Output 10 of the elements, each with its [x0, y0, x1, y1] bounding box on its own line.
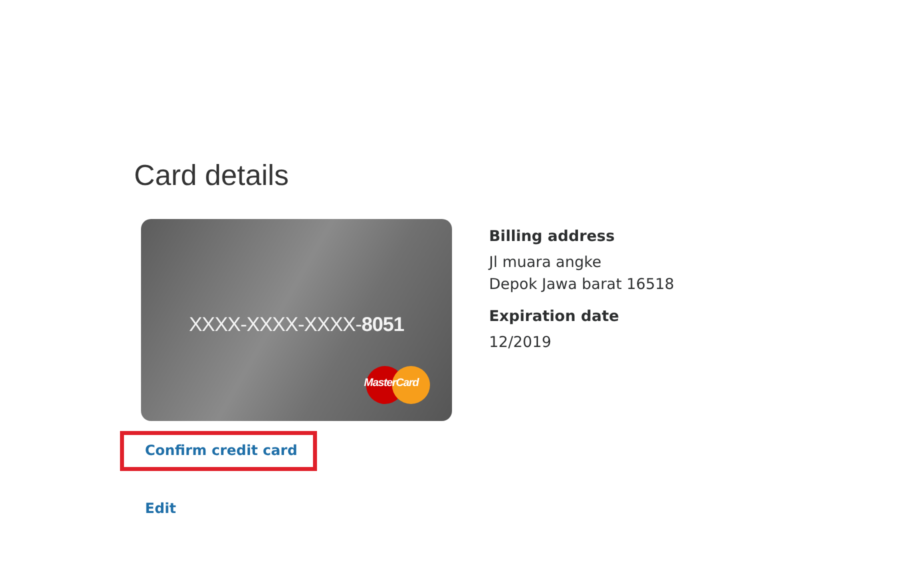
card-number: XXXX-XXXX-XXXX-8051	[188, 314, 404, 336]
action-link[interactable]: Confirm credit card	[120, 431, 318, 471]
detail-value: Depok Jawa barat 16518	[489, 274, 674, 295]
detail-label: Expiration date	[489, 307, 620, 325]
detail-value: Jl muara angke	[489, 252, 602, 273]
detail-label: Billing address	[489, 227, 616, 245]
action-link[interactable]: Edit	[120, 489, 196, 529]
page-title: Card details	[134, 160, 290, 193]
detail-value: 12/2019	[489, 332, 552, 353]
card-logo: MasterCard	[366, 366, 430, 404]
